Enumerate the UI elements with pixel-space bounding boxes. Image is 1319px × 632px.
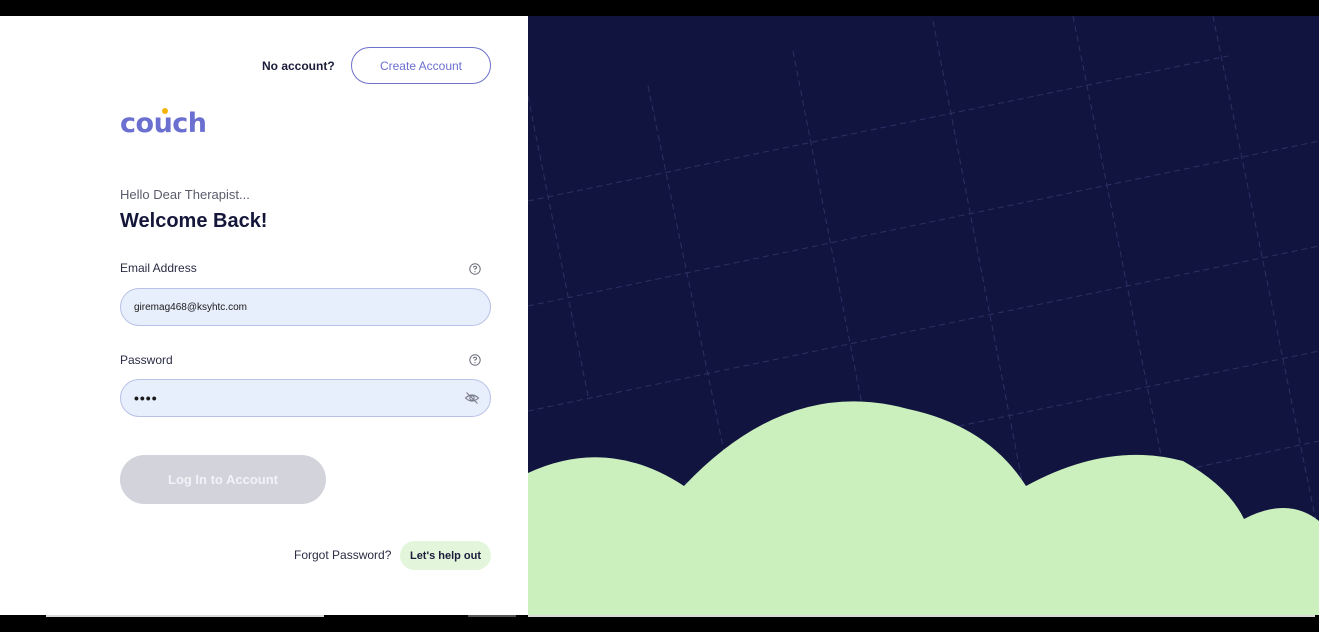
eye-off-icon[interactable] bbox=[464, 390, 480, 406]
password-label: Password bbox=[120, 353, 173, 367]
create-account-button[interactable]: Create Account bbox=[351, 47, 491, 84]
email-help-icon[interactable] bbox=[468, 262, 482, 276]
no-account-text: No account? bbox=[262, 59, 335, 73]
help-out-button[interactable]: Let's help out bbox=[400, 541, 491, 570]
taskbar-strip bbox=[528, 615, 1315, 617]
bottom-taskbar bbox=[0, 615, 1319, 632]
taskbar-strip bbox=[46, 615, 324, 617]
email-field[interactable]: giremag468@ksyhtc.com bbox=[120, 288, 491, 326]
login-button[interactable]: Log In to Account bbox=[120, 455, 326, 504]
top-window-bar bbox=[0, 0, 1319, 16]
taskbar-strip bbox=[468, 615, 516, 617]
email-label: Email Address bbox=[120, 261, 197, 275]
decorative-illustration bbox=[528, 16, 1319, 615]
couch-logo: couch bbox=[120, 108, 207, 139]
forgot-password-text: Forgot Password? bbox=[294, 548, 392, 562]
password-field[interactable]: •••• bbox=[120, 379, 491, 417]
greeting-text: Hello Dear Therapist... bbox=[120, 187, 250, 202]
illustration-panel bbox=[528, 16, 1319, 615]
page-title: Welcome Back! bbox=[120, 210, 268, 232]
password-help-icon[interactable] bbox=[468, 353, 482, 367]
cloud-shape bbox=[528, 401, 1319, 615]
